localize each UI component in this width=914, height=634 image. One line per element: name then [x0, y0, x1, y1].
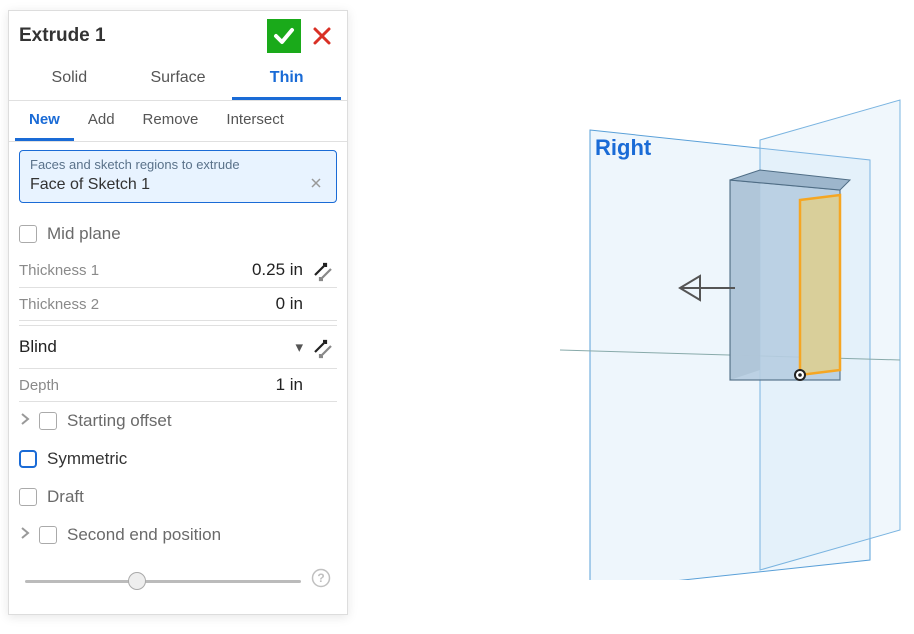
- mid-plane-label: Mid plane: [47, 224, 121, 244]
- operation-tabs: New Add Remove Intersect: [9, 101, 347, 142]
- viewport-3d[interactable]: Right: [500, 80, 910, 580]
- extruded-body: [730, 170, 850, 380]
- chevron-right-icon: [19, 526, 31, 540]
- depth-input[interactable]: 1 in: [276, 375, 303, 395]
- mid-plane-checkbox[interactable]: [19, 225, 37, 243]
- end-type-flip-button[interactable]: [309, 336, 337, 358]
- symmetric-label: Symmetric: [47, 449, 127, 469]
- second-end-label: Second end position: [67, 525, 221, 545]
- thickness1-row: Thickness 1 0.25 in: [19, 253, 337, 288]
- subtab-add[interactable]: Add: [74, 101, 129, 141]
- thickness1-input[interactable]: 0.25 in: [252, 260, 303, 280]
- expand-icon[interactable]: [19, 412, 31, 430]
- thickness1-flip-button[interactable]: [309, 259, 337, 281]
- help-icon: ?: [311, 568, 331, 588]
- type-tabs: Solid Surface Thin: [9, 59, 347, 101]
- viewport-canvas: [500, 80, 910, 580]
- end-type-value: Blind: [19, 337, 295, 357]
- help-button[interactable]: ?: [311, 568, 331, 594]
- selection-clear-button[interactable]: [306, 176, 326, 194]
- starting-offset-label: Starting offset: [67, 411, 172, 431]
- cancel-button[interactable]: [307, 19, 337, 53]
- tab-solid[interactable]: Solid: [15, 59, 124, 100]
- selection-box[interactable]: Faces and sketch regions to extrude Face…: [19, 150, 337, 203]
- mid-plane-row[interactable]: Mid plane: [19, 215, 337, 253]
- draft-row[interactable]: Draft: [19, 478, 337, 516]
- end-type-dropdown[interactable]: Blind ▾: [19, 325, 337, 369]
- subtab-remove[interactable]: Remove: [129, 101, 213, 141]
- confirm-button[interactable]: [267, 19, 301, 53]
- draft-label: Draft: [47, 487, 84, 507]
- thickness2-input[interactable]: 0 in: [276, 294, 303, 314]
- second-end-checkbox[interactable]: [39, 526, 57, 544]
- depth-row: Depth 1 in: [19, 369, 337, 402]
- draft-checkbox[interactable]: [19, 488, 37, 506]
- expand-icon[interactable]: [19, 526, 31, 544]
- svg-text:?: ?: [317, 571, 324, 585]
- chevron-down-icon: ▾: [295, 338, 303, 356]
- selection-label: Faces and sketch regions to extrude: [30, 157, 326, 172]
- panel-title: Extrude 1: [19, 25, 267, 47]
- starting-offset-checkbox[interactable]: [39, 412, 57, 430]
- flip-arrows-icon: [312, 338, 334, 360]
- panel-header: Extrude 1: [9, 11, 347, 59]
- flip-arrows-icon: [312, 261, 334, 283]
- close-icon: [312, 26, 332, 46]
- tab-surface[interactable]: Surface: [124, 59, 233, 100]
- thickness2-label: Thickness 2: [19, 296, 276, 313]
- second-end-row[interactable]: Second end position: [19, 516, 337, 554]
- thickness1-label: Thickness 1: [19, 262, 252, 279]
- opacity-slider[interactable]: [25, 580, 301, 583]
- subtab-intersect[interactable]: Intersect: [212, 101, 298, 141]
- thickness2-row: Thickness 2 0 in: [19, 288, 337, 321]
- check-icon: [272, 24, 296, 48]
- opacity-slider-row: ?: [19, 554, 337, 602]
- symmetric-row[interactable]: Symmetric: [19, 440, 337, 478]
- extrude-panel: Extrude 1 Solid Surface Thin New Add Rem…: [8, 10, 348, 615]
- subtab-new[interactable]: New: [15, 101, 74, 141]
- plane-label: Right: [595, 135, 651, 161]
- close-small-icon: [310, 177, 322, 189]
- selection-value: Face of Sketch 1: [30, 176, 306, 194]
- depth-label: Depth: [19, 377, 276, 394]
- starting-offset-row[interactable]: Starting offset: [19, 402, 337, 440]
- symmetric-checkbox[interactable]: [19, 450, 37, 468]
- tab-thin[interactable]: Thin: [232, 59, 341, 100]
- chevron-right-icon: [19, 412, 31, 426]
